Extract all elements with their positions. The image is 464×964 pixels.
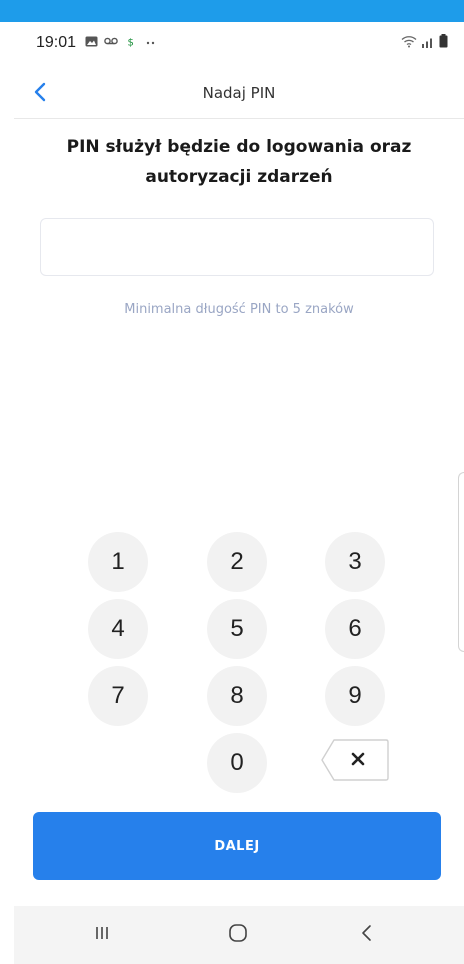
keypad-key-4[interactable]: 4 bbox=[88, 599, 148, 659]
keypad-key-0[interactable]: 0 bbox=[207, 733, 267, 793]
app-screen: 19:01 $ Nadaj PIN PIN służył będzie do l… bbox=[14, 22, 464, 964]
backspace-icon bbox=[320, 738, 390, 782]
system-nav-bar bbox=[14, 906, 464, 964]
nav-back-button[interactable] bbox=[346, 920, 386, 950]
keypad-key-7[interactable]: 7 bbox=[88, 666, 148, 726]
status-icons-left: $ bbox=[84, 36, 158, 49]
voicemail-icon bbox=[104, 36, 118, 47]
device-frame: 19:01 $ Nadaj PIN PIN służył będzie do l… bbox=[0, 0, 464, 964]
app-bar: Nadaj PIN bbox=[14, 70, 464, 119]
recents-button[interactable] bbox=[82, 920, 122, 950]
back-icon bbox=[360, 924, 372, 946]
pin-heading-line-1: PIN służył będzie do logowania oraz bbox=[66, 137, 412, 157]
backspace-button[interactable] bbox=[320, 738, 390, 782]
home-icon bbox=[228, 923, 248, 947]
status-time: 19:01 bbox=[36, 34, 77, 51]
signal-icon bbox=[421, 33, 435, 52]
more-dots-icon bbox=[144, 36, 158, 47]
pin-heading: PIN służył będzie do logowania oraz auto… bbox=[34, 132, 444, 192]
keypad-key-1[interactable]: 1 bbox=[88, 532, 148, 592]
pin-heading-line-2: autoryzacji zdarzeń bbox=[145, 167, 333, 187]
image-icon bbox=[84, 36, 98, 47]
top-accent-bar bbox=[0, 0, 464, 22]
next-button[interactable]: DALEJ bbox=[33, 812, 441, 880]
keypad-key-3[interactable]: 3 bbox=[325, 532, 385, 592]
status-icons-right bbox=[401, 33, 448, 52]
keypad-key-8[interactable]: 8 bbox=[207, 666, 267, 726]
wifi-icon bbox=[401, 33, 417, 52]
keypad-key-9[interactable]: 9 bbox=[325, 666, 385, 726]
page-title: Nadaj PIN bbox=[202, 84, 276, 102]
pin-length-hint: Minimalna długość PIN to 5 znaków bbox=[124, 302, 354, 317]
svg-text:$: $ bbox=[128, 38, 134, 48]
keypad-key-2[interactable]: 2 bbox=[207, 532, 267, 592]
battery-icon bbox=[439, 33, 448, 52]
edge-panel-handle[interactable] bbox=[458, 472, 464, 652]
keypad-key-5[interactable]: 5 bbox=[207, 599, 267, 659]
home-button[interactable] bbox=[218, 920, 258, 950]
pin-input[interactable] bbox=[40, 218, 434, 276]
status-bar: 19:01 $ bbox=[14, 22, 464, 66]
dollar-icon: $ bbox=[124, 36, 138, 49]
recents-icon bbox=[94, 925, 110, 945]
keypad-key-6[interactable]: 6 bbox=[325, 599, 385, 659]
